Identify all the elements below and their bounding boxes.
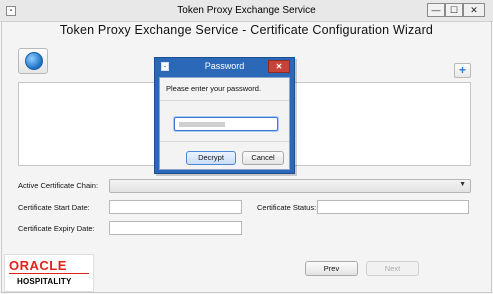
close-button[interactable]: ✕ [463, 3, 485, 17]
status-field[interactable] [317, 200, 469, 214]
start-date-field[interactable] [109, 200, 242, 214]
globe-icon [25, 52, 43, 70]
hospitality-text: HOSPITALITY [17, 277, 72, 286]
expiry-date-label: Certificate Expiry Date: [18, 224, 95, 233]
password-dialog: ▪ Password ✕ Please enter your password.… [154, 57, 295, 174]
dialog-divider [160, 100, 289, 101]
maximize-button[interactable]: ☐ [445, 3, 463, 17]
dialog-divider-bottom [160, 141, 289, 142]
expiry-date-field[interactable] [109, 221, 242, 235]
oracle-logo-rule [9, 273, 89, 274]
status-label: Certificate Status: [257, 203, 317, 212]
dialog-message: Please enter your password. [166, 84, 262, 93]
oracle-logo-text: ORACLE [9, 258, 67, 273]
globe-button[interactable] [18, 48, 48, 74]
password-input[interactable] [174, 117, 278, 131]
dialog-content: Please enter your password. Decrypt Canc… [159, 77, 290, 170]
active-chain-label: Active Certificate Chain: [18, 181, 99, 190]
wizard-title: Token Proxy Exchange Service - Certifica… [59, 23, 434, 37]
dropdown-arrow-icon: ▼ [459, 181, 466, 188]
next-button[interactable]: Next [366, 261, 419, 276]
active-chain-select[interactable]: ▼ [109, 179, 471, 193]
cancel-button[interactable]: Cancel [242, 151, 284, 165]
add-button[interactable]: + [454, 63, 471, 78]
window-title: Token Proxy Exchange Service [177, 5, 316, 16]
minimize-button[interactable]: — [427, 3, 445, 17]
password-mask [179, 122, 225, 127]
start-date-label: Certificate Start Date: [18, 203, 90, 212]
decrypt-button[interactable]: Decrypt [186, 151, 236, 165]
dialog-close-button[interactable]: ✕ [268, 60, 290, 73]
prev-button[interactable]: Prev [305, 261, 358, 276]
